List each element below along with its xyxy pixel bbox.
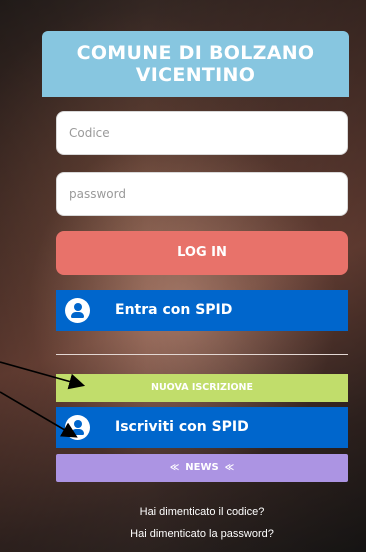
arrow-to-nuova-iscrizione (0, 361, 86, 390)
annotation-arrows (0, 361, 86, 438)
arrow-to-spid-register (0, 391, 78, 438)
